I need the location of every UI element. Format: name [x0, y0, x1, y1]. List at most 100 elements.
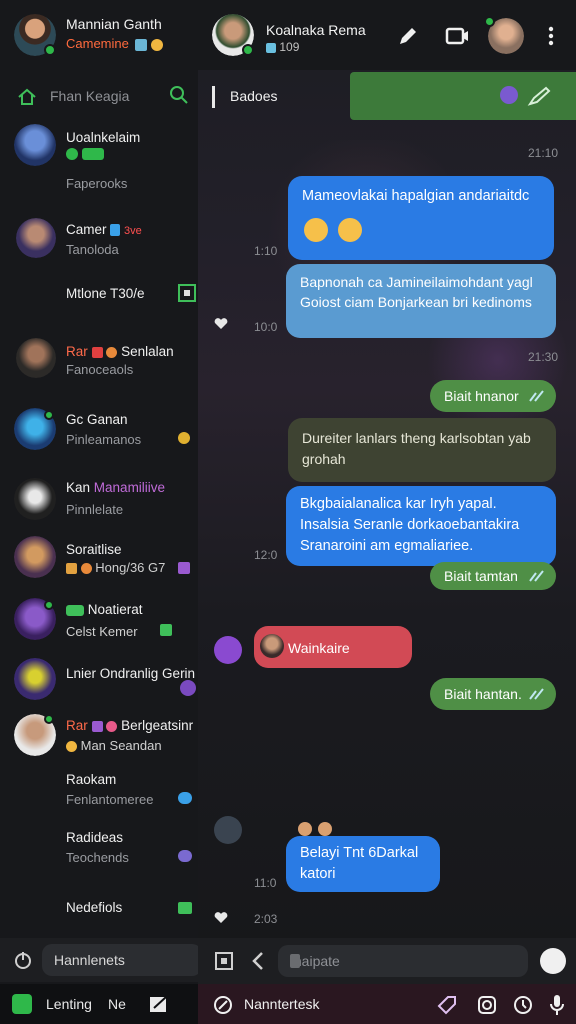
message-input[interactable]: Inaipate [278, 945, 528, 977]
profile-subtitle: Camemine [66, 36, 164, 51]
bottom-toolbar: Nanntertesk [198, 984, 576, 1024]
sidebar-search-input[interactable]: Hannlenets [42, 944, 198, 976]
chat-list-item[interactable]: Kan Manamiliive Pinnlelate [0, 472, 198, 532]
qr-icon [178, 284, 196, 302]
video-call-icon[interactable] [444, 24, 470, 48]
emoji-icon [338, 218, 362, 242]
contact-avatar [16, 338, 56, 378]
attach-square-icon[interactable] [214, 951, 234, 971]
message-bubble[interactable]: Dureiter lanlars theng karlsobtan yab gr… [288, 418, 556, 482]
chat-list-item[interactable]: Lnier Ondranlig Gerin [0, 656, 198, 716]
chat-list-sidebar: Mannian Ganth Camemine Fhan Keagia Uoaln… [0, 0, 198, 1024]
online-status-icon [44, 44, 56, 56]
chat-name: Gc Ganan [66, 412, 128, 427]
pinned-message-bar[interactable]: Badoes [198, 72, 576, 120]
sender-avatar [260, 634, 284, 658]
message-bubble[interactable]: Bkgbaialanalica kar Iryh yapal. Insalsia… [286, 486, 556, 566]
edit-icon[interactable] [396, 24, 420, 48]
read-receipt-icon [529, 570, 544, 582]
pinned-action-bar[interactable] [350, 72, 576, 120]
message-bubble[interactable]: Wainkaire [254, 626, 412, 668]
message-timestamp: 12:0 [254, 548, 278, 562]
emoji-icon [160, 624, 172, 636]
emoji-icon [298, 822, 312, 836]
status-icon [66, 604, 84, 616]
emoji-icon [318, 822, 332, 836]
contact-avatar [16, 218, 56, 258]
chat-list-item[interactable]: Noatierat Celst Kemer [0, 594, 198, 654]
read-receipt-icon [529, 390, 544, 402]
chat-preview: Hong/36 G7 [66, 560, 165, 575]
tag-icon[interactable] [436, 994, 458, 1016]
chat-list-item[interactable]: Gc Ganan Pinleamanos [0, 404, 198, 464]
search-placeholder: Fhan Keagia [50, 88, 130, 104]
avatar-small-icon [180, 680, 196, 696]
chat-name: Mtlone T30/e [66, 286, 145, 301]
sticker-icon[interactable] [290, 954, 300, 968]
profile-header[interactable]: Mannian Ganth Camemine [0, 0, 198, 70]
emoji-icon [80, 563, 92, 575]
power-icon[interactable] [12, 949, 34, 971]
sticker-icon [91, 346, 103, 358]
message-composer: Inaipate [198, 938, 576, 984]
pen-icon[interactable] [526, 84, 552, 108]
chat-list-item[interactable]: Radideas Teochends [0, 822, 198, 882]
chat-preview: Tanoloda [66, 242, 119, 257]
message-text: Wainkaire [288, 640, 350, 656]
heart-icon[interactable] [214, 318, 228, 330]
chat-list-item[interactable]: Camer 3ve Tanoloda [0, 214, 198, 274]
chat-list-item[interactable]: Raokam Fenlantomeree [0, 764, 198, 824]
tab-lenting[interactable]: Lenting [46, 996, 92, 1012]
status-icon [81, 148, 104, 160]
sidebar-bottom-search[interactable]: Hannlenets [0, 938, 198, 982]
clock-icon[interactable] [512, 994, 534, 1016]
badge-icon [135, 38, 148, 51]
chat-header: Koalnaka Rema 109 [198, 0, 576, 70]
chat-preview: Man Seandan [66, 738, 162, 753]
share-icon[interactable] [214, 816, 242, 844]
chat-name: Camer 3ve [66, 222, 142, 237]
pin-icon [178, 792, 192, 804]
instagram-icon[interactable] [476, 994, 498, 1016]
home-icon[interactable] [16, 86, 38, 108]
profile-switch-icon[interactable] [540, 948, 566, 974]
toolbar-text: Nanntertesk [244, 996, 320, 1012]
search-bar[interactable]: Fhan Keagia [0, 78, 198, 114]
message-bubble[interactable]: Biait hnanor [430, 380, 556, 412]
chat-list-item[interactable]: Uoalnkelaim Faperooks [0, 122, 198, 191]
pinned-indicator [212, 86, 215, 108]
emoji-icon [304, 218, 328, 242]
chat-preview: Pinnlelate [66, 502, 124, 517]
chat-preview: Pinleamanos [66, 432, 142, 447]
compose-circle-icon[interactable] [212, 994, 234, 1016]
status-icon [266, 42, 276, 53]
chat-list-item[interactable]: Mtlone T30/e [0, 276, 198, 336]
message-timestamp: 2:03 [254, 912, 278, 926]
message-text: Belayi Tnt 6Darkal katori [300, 845, 419, 882]
message-bubble[interactable]: Belayi Tnt 6Darkal katori [286, 836, 440, 892]
message-bubble[interactable]: Biait hantan. [430, 678, 556, 710]
ribbon-icon [110, 224, 121, 237]
compose-icon[interactable] [148, 993, 170, 1015]
chat-name: Rar Senlalan [66, 344, 174, 359]
forward-icon[interactable] [214, 636, 242, 664]
back-arrow-icon[interactable] [250, 951, 266, 971]
music-icon[interactable] [12, 994, 32, 1014]
online-status-icon [44, 714, 54, 724]
heart-icon[interactable] [214, 912, 228, 924]
status-icon [66, 148, 78, 160]
message-bubble[interactable]: Bapnonah ca Jamineilaimohdant yagl Goios… [286, 264, 556, 338]
reaction-icon[interactable] [500, 86, 518, 104]
message-bubble[interactable]: Mameovlakai hapalgian andariaitdc [288, 176, 554, 260]
sticker-icon [91, 720, 103, 732]
microphone-icon[interactable] [548, 993, 566, 1017]
chat-list-item[interactable]: Soraitlise Hong/36 G7 [0, 534, 198, 594]
chat-list-item[interactable]: Rar Senlalan Fanoceaols [0, 336, 198, 396]
tab-ne[interactable]: Ne [108, 996, 126, 1012]
chat-list-item[interactable]: Rar Berlgeatsinr Man Seandan [0, 710, 198, 770]
message-bubble[interactable]: Biait tamtan [430, 562, 556, 590]
message-text: Mameovlakai hapalgian andariaitdc [302, 188, 530, 204]
search-icon[interactable] [168, 84, 190, 106]
more-options-icon[interactable] [546, 24, 556, 48]
chat-preview: Faperooks [66, 176, 128, 191]
